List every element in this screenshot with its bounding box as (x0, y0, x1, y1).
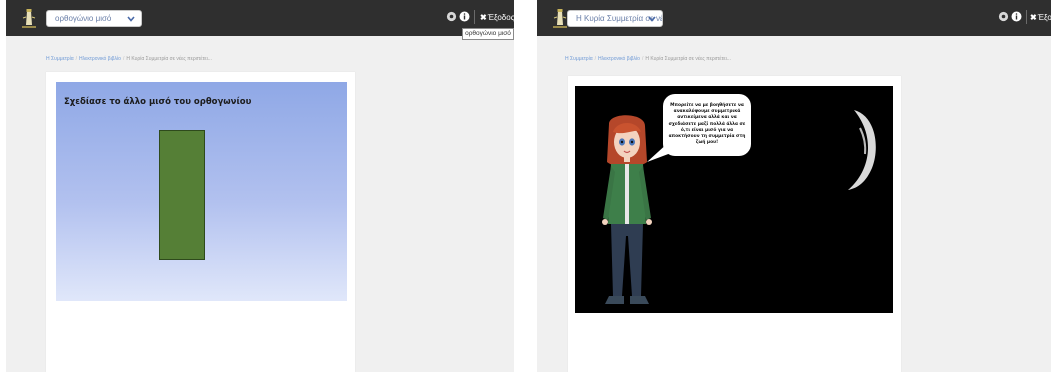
chevron-down-icon (127, 16, 135, 22)
crescent-moon-image (848, 110, 876, 190)
close-x-icon: ✖ (1030, 13, 1037, 22)
exit-label: Έξοδο (1037, 13, 1051, 22)
breadcrumb-link-symmetry[interactable]: Η Συμμετρία (46, 56, 74, 62)
breadcrumb: Η Συμμετρία / Ηλεκτρονικό βιβλίο / Η Κυρία Σ… (46, 56, 212, 62)
exit-button[interactable]: ✖Έξοδο (1030, 12, 1051, 23)
page-select-dropdown[interactable]: Η Κυρία Συμμετρία σε νέες... (567, 10, 663, 27)
content-card: Μπορείτε να με βοηθήσετε να ανακαλύψουμε… (568, 76, 901, 372)
dropdown-tooltip: ορθογώνιο μισό (462, 28, 514, 40)
info-circle-icon[interactable] (459, 11, 470, 22)
info-circle-icon[interactable] (1011, 11, 1022, 22)
speech-bubble-text: Μπορείτε να με βοηθήσετε να ανακαλύψουμε… (668, 103, 746, 146)
breadcrumb-current: Η Κυρία Συμμετρία σε νέες περιπέτει... (126, 56, 212, 62)
exit-label: Έξοδος (487, 13, 514, 22)
breadcrumb-link-symmetry[interactable]: Η Συμμετρία (565, 56, 593, 62)
breadcrumb-link-ebook[interactable]: Ηλεκτρονικό βιβλίο (598, 56, 640, 62)
chevron-down-icon (648, 16, 656, 22)
drawing-activity[interactable]: Σχεδίασε το άλλο μισό του ορθογωνίου (56, 82, 347, 301)
left-screen: ορθογώνιο μισό ✖Έξοδος ορθογώνιο μισό Η … (6, 0, 514, 372)
close-x-icon: ✖ (480, 13, 487, 22)
lighthouse-logo-icon[interactable] (20, 8, 38, 28)
breadcrumb-link-ebook[interactable]: Ηλεκτρονικό βιβλίο (79, 56, 121, 62)
breadcrumb: Η Συμμετρία / Ηλεκτρονικό βιβλίο / Η Κυρία Σ… (565, 56, 731, 62)
cartoon-girl-character (602, 115, 652, 304)
top-bar: Η Κυρία Συμμετρία σε νέες... ✖Έξοδο (537, 0, 1051, 36)
page-select-value: ορθογώνιο μισό (55, 14, 112, 23)
exit-button[interactable]: ✖Έξοδος (480, 12, 514, 23)
top-bar: ορθογώνιο μισό ✖Έξοδος (6, 0, 514, 36)
content-card: Σχεδίασε το άλλο μισό του ορθογωνίου (46, 72, 355, 372)
page-select-dropdown[interactable]: ορθογώνιο μισό (46, 10, 142, 27)
divider (474, 10, 475, 24)
rectangle-half-shape[interactable] (159, 130, 205, 260)
story-stage[interactable]: Μπορείτε να με βοηθήσετε να ανακαλύψουμε… (575, 86, 893, 313)
panel-gap (514, 0, 537, 372)
divider (1026, 10, 1027, 24)
activity-title: Σχεδίασε το άλλο μισό του ορθογωνίου (64, 97, 252, 107)
right-screen: Η Κυρία Συμμετρία σε νέες... ✖Έξοδο Η Συ… (537, 0, 1051, 372)
gear-icon[interactable] (998, 11, 1009, 22)
gear-icon[interactable] (446, 11, 457, 22)
breadcrumb-current: Η Κυρία Συμμετρία σε νέες περιπέτει... (645, 56, 731, 62)
